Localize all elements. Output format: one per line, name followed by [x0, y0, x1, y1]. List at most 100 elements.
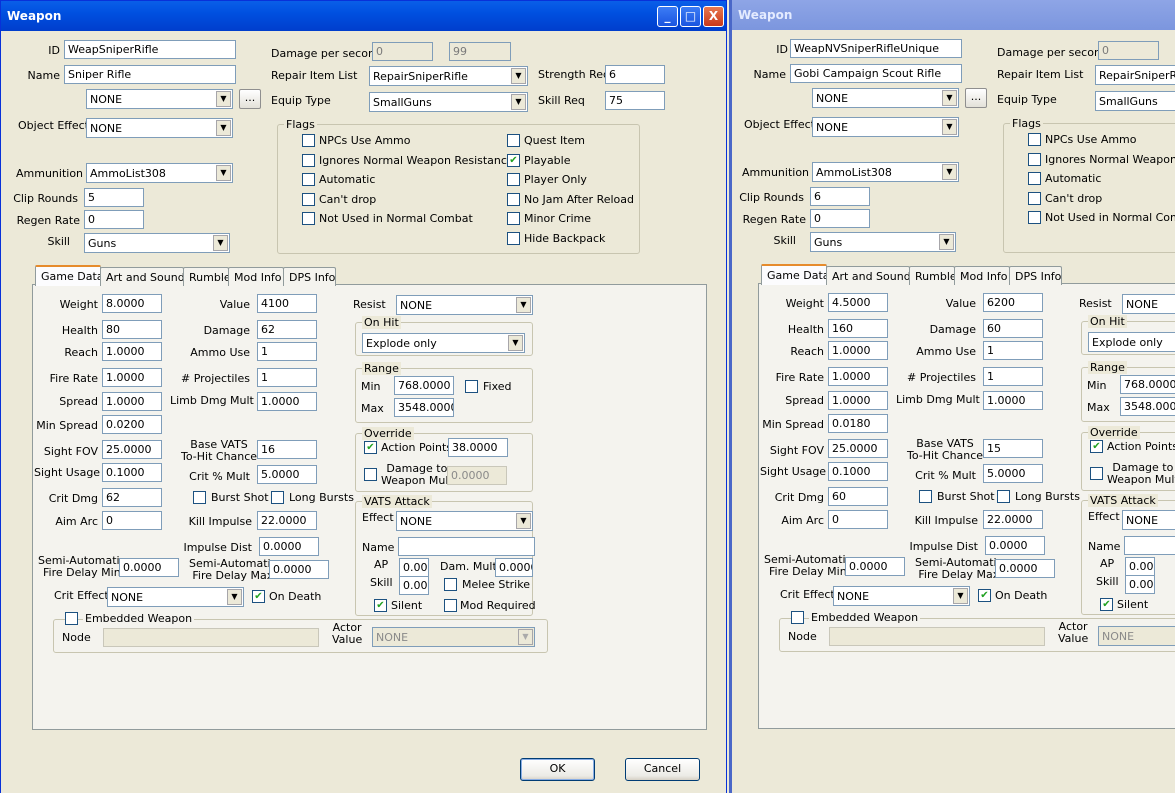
- tab-game-data[interactable]: Game Data: [761, 264, 830, 285]
- spread-field[interactable]: 1.0000: [102, 392, 162, 411]
- sight-usage-field[interactable]: 0.1000: [102, 463, 162, 482]
- dam-mult-field[interactable]: 0.0000: [495, 558, 533, 577]
- burst-shot-checkbox[interactable]: [919, 490, 932, 503]
- damage-to-weapon-checkbox[interactable]: [1090, 467, 1103, 480]
- flag-checkbox[interactable]: [1028, 172, 1041, 185]
- damage-field[interactable]: 60: [983, 319, 1043, 338]
- flag-checkbox[interactable]: ✔: [507, 153, 520, 167]
- flag-checkbox[interactable]: [507, 134, 520, 147]
- value-field[interactable]: 6200: [983, 293, 1043, 312]
- vats-skill-field[interactable]: 0.00: [399, 576, 429, 595]
- title-bar[interactable]: Weapon _ □ X: [1, 1, 726, 31]
- fixed-checkbox[interactable]: [465, 380, 478, 393]
- sight-fov-field[interactable]: 25.0000: [828, 439, 888, 458]
- vats-chance-field[interactable]: 15: [983, 439, 1043, 458]
- impulse-dist-field[interactable]: 0.0000: [259, 537, 319, 556]
- script-edit-button[interactable]: ...: [239, 89, 261, 109]
- silent-checkbox[interactable]: ✔: [1100, 598, 1113, 611]
- vats-name-field[interactable]: [398, 537, 535, 556]
- embedded-weapon-checkbox[interactable]: [791, 611, 804, 624]
- semi-min-field[interactable]: 0.0000: [845, 557, 905, 576]
- mod-required-checkbox[interactable]: [444, 599, 457, 612]
- tab-dps-info[interactable]: DPS Info: [1009, 266, 1062, 285]
- name-field[interactable]: Sniper Rifle: [64, 65, 236, 84]
- crit-mult-field[interactable]: 5.0000: [983, 464, 1043, 483]
- aim-arc-field[interactable]: 0: [828, 510, 888, 529]
- vats-name-field[interactable]: [1124, 536, 1175, 555]
- ammunition-select[interactable]: AmmoList308 ▼: [86, 163, 233, 183]
- flag-checkbox[interactable]: [302, 192, 315, 206]
- script-select[interactable]: NONE ▼: [812, 88, 959, 108]
- skill-req-field[interactable]: 75: [605, 91, 665, 110]
- minimize-button[interactable]: _: [657, 6, 678, 27]
- damage-field[interactable]: 62: [257, 320, 317, 339]
- kill-impulse-field[interactable]: 22.0000: [983, 510, 1043, 529]
- min-spread-field[interactable]: 0.0180: [828, 414, 888, 433]
- skill-select[interactable]: Guns ▼: [810, 232, 956, 252]
- crit-dmg-field[interactable]: 60: [828, 487, 888, 506]
- range-max-field[interactable]: 3548.0000: [1120, 397, 1175, 416]
- id-field[interactable]: WeapNVSniperRifleUnique: [790, 39, 962, 58]
- ok-button[interactable]: OK: [520, 758, 595, 781]
- name-field[interactable]: Gobi Campaign Scout Rifle: [790, 64, 962, 83]
- maximize-button[interactable]: □: [680, 6, 701, 27]
- crit-effect-select[interactable]: NONE ▼: [833, 586, 970, 606]
- flag-checkbox[interactable]: [302, 153, 315, 167]
- tab-rumble[interactable]: Rumble: [183, 267, 231, 286]
- projectiles-field[interactable]: 1: [983, 367, 1043, 386]
- tab-art-and-sound[interactable]: Art and Sound: [100, 267, 185, 286]
- health-field[interactable]: 160: [828, 319, 888, 338]
- weight-field[interactable]: 8.0000: [102, 294, 162, 313]
- repair-list-select[interactable]: RepairSniperRifle ▼: [369, 66, 528, 86]
- ammo-use-field[interactable]: 1: [983, 341, 1043, 360]
- clip-rounds-field[interactable]: 6: [810, 187, 870, 206]
- flag-checkbox[interactable]: [302, 173, 315, 186]
- flag-checkbox[interactable]: [1028, 133, 1041, 146]
- sight-fov-field[interactable]: 25.0000: [102, 440, 162, 459]
- range-min-field[interactable]: 768.0000: [1120, 375, 1175, 394]
- spread-field[interactable]: 1.0000: [828, 391, 888, 410]
- limb-mult-field[interactable]: 1.0000: [983, 391, 1043, 410]
- flag-checkbox[interactable]: [302, 134, 315, 147]
- flag-checkbox[interactable]: [507, 231, 520, 245]
- vats-effect-select[interactable]: NONE ▼: [396, 511, 533, 531]
- long-bursts-checkbox[interactable]: [997, 490, 1010, 503]
- tab-dps-info[interactable]: DPS Info: [283, 267, 336, 286]
- vats-effect-select[interactable]: NONE: [1122, 510, 1175, 530]
- cancel-button[interactable]: Cancel: [625, 758, 700, 781]
- equip-type-select[interactable]: SmallGuns ▼: [369, 92, 528, 112]
- flag-checkbox[interactable]: [1028, 191, 1041, 205]
- regen-rate-field[interactable]: 0: [84, 210, 144, 229]
- tab-mod-info[interactable]: Mod Info: [954, 266, 1010, 285]
- on-death-checkbox[interactable]: ✔: [978, 589, 991, 602]
- damage-to-weapon-checkbox[interactable]: [364, 468, 377, 481]
- semi-max-field[interactable]: 0.0000: [995, 559, 1055, 578]
- script-select[interactable]: NONE ▼: [86, 89, 233, 109]
- weight-field[interactable]: 4.5000: [828, 293, 888, 312]
- limb-mult-field[interactable]: 1.0000: [257, 392, 317, 411]
- impulse-dist-field[interactable]: 0.0000: [985, 536, 1045, 555]
- tab-game-data[interactable]: Game Data: [35, 265, 104, 286]
- range-max-field[interactable]: 3548.0000: [394, 398, 454, 417]
- object-effect-select[interactable]: NONE ▼: [86, 118, 233, 138]
- id-field[interactable]: WeapSniperRifle: [64, 40, 236, 59]
- regen-rate-field[interactable]: 0: [810, 209, 870, 228]
- close-button[interactable]: X: [703, 6, 724, 27]
- flag-checkbox[interactable]: [1028, 152, 1041, 166]
- embedded-weapon-checkbox[interactable]: [65, 612, 78, 625]
- melee-strike-checkbox[interactable]: [444, 578, 457, 591]
- flag-checkbox[interactable]: [507, 192, 520, 206]
- tab-rumble[interactable]: Rumble: [909, 266, 957, 285]
- fire-rate-field[interactable]: 1.0000: [102, 368, 162, 387]
- strength-req-field[interactable]: 6: [605, 65, 665, 84]
- crit-dmg-field[interactable]: 62: [102, 488, 162, 507]
- vats-ap-field[interactable]: 0.00: [399, 558, 429, 577]
- on-hit-select[interactable]: Explode only ▼: [362, 333, 525, 353]
- ammunition-select[interactable]: AmmoList308 ▼: [812, 162, 959, 182]
- aim-arc-field[interactable]: 0: [102, 511, 162, 530]
- crit-effect-select[interactable]: NONE ▼: [107, 587, 244, 607]
- min-spread-field[interactable]: 0.0200: [102, 415, 162, 434]
- flag-checkbox[interactable]: [507, 212, 520, 225]
- resist-select[interactable]: NONE ▼: [396, 295, 533, 315]
- skill-select[interactable]: Guns ▼: [84, 233, 230, 253]
